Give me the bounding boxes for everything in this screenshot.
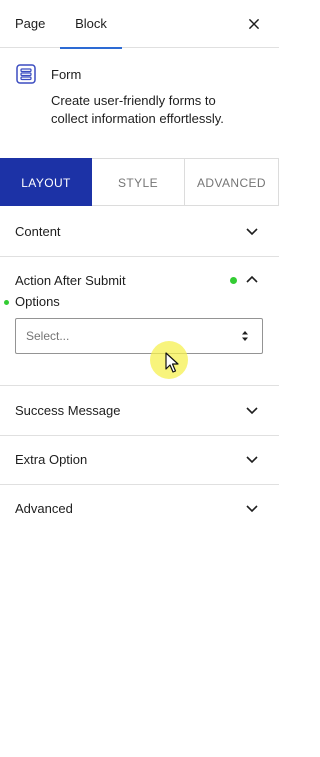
panel-advanced: Advanced <box>0 484 279 533</box>
panel-title: Advanced <box>15 501 73 516</box>
options-modified-indicator <box>4 300 9 305</box>
block-card: Form Create user-friendly forms to colle… <box>0 48 279 158</box>
chevron-down-icon <box>245 224 259 238</box>
tab-block[interactable]: Block <box>60 0 122 49</box>
panel-content: Content <box>0 207 279 257</box>
options-label: Options <box>15 294 60 309</box>
panel-success-message: Success Message <box>0 386 279 436</box>
settings-tabs: LAYOUT STYLE ADVANCED <box>0 158 279 206</box>
block-description: Create user-friendly forms to collect in… <box>51 93 224 126</box>
panel-title: Success Message <box>15 403 121 418</box>
close-button[interactable] <box>243 13 265 35</box>
panel-success-message-header[interactable]: Success Message <box>0 386 279 435</box>
select-arrows-icon <box>240 329 250 343</box>
inspector-tabs: Page Block <box>0 0 279 49</box>
tab-layout[interactable]: LAYOUT <box>0 158 92 206</box>
chevron-down-icon <box>245 403 259 417</box>
chevron-up-icon <box>245 273 259 287</box>
panel-title: Content <box>15 224 61 239</box>
options-select[interactable]: Select... <box>15 318 263 354</box>
panel-title: Extra Option <box>15 452 88 467</box>
select-placeholder: Select... <box>26 329 70 343</box>
close-icon <box>248 18 260 30</box>
panel-extra-option-header[interactable]: Extra Option <box>0 435 279 484</box>
mouse-pointer-icon <box>165 352 179 373</box>
tab-advanced[interactable]: ADVANCED <box>185 158 279 206</box>
modified-indicator <box>230 277 237 284</box>
panel-advanced-header[interactable]: Advanced <box>0 484 279 533</box>
panel-content-header[interactable]: Content <box>0 207 279 256</box>
chevron-down-icon <box>245 501 259 515</box>
form-icon <box>15 63 37 85</box>
tab-style[interactable]: STYLE <box>92 158 185 206</box>
block-title: Form <box>51 67 82 82</box>
panel-action-after-submit: Action After Submit Options Select... <box>0 256 279 386</box>
panel-extra-option: Extra Option <box>0 435 279 485</box>
chevron-down-icon <box>245 452 259 466</box>
tab-page[interactable]: Page <box>15 0 45 48</box>
